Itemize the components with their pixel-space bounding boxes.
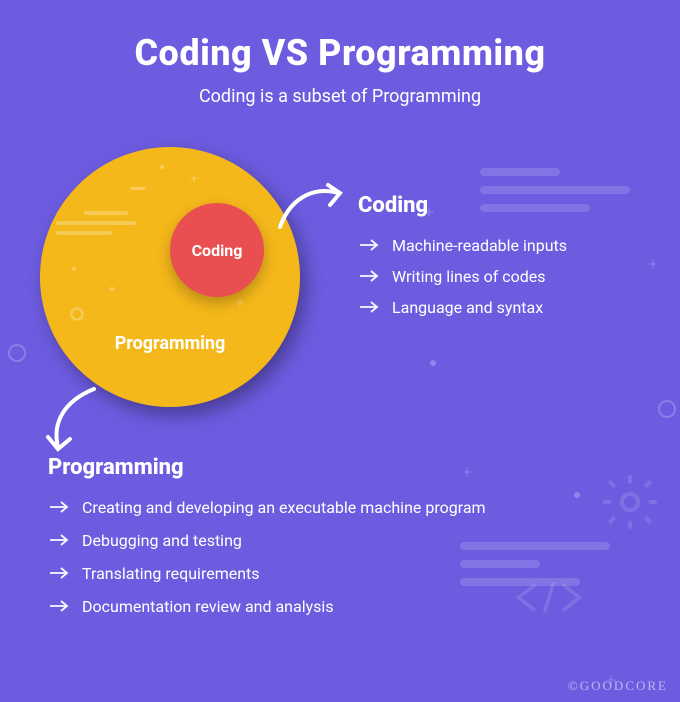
arrow-bullet-icon [48, 564, 70, 583]
list-item: Creating and developing an executable ma… [48, 498, 680, 517]
arrow-bullet-icon [358, 298, 380, 317]
coding-heading: Coding [358, 193, 567, 218]
list-item-text: Language and syntax [392, 298, 543, 317]
programming-section: Programming Creating and developing an e… [48, 455, 680, 616]
page-subtitle: Coding is a subset of Programming [0, 86, 680, 107]
arrow-bullet-icon [358, 236, 380, 255]
list-item-text: Debugging and testing [82, 531, 242, 550]
arrow-down-icon [38, 383, 110, 463]
programming-list: Creating and developing an executable ma… [48, 498, 680, 616]
header: Coding VS Programming Coding is a subset… [0, 0, 680, 107]
list-item: Documentation review and analysis [48, 597, 680, 616]
list-item-text: Writing lines of codes [392, 267, 546, 286]
list-item-text: Machine-readable inputs [392, 236, 567, 255]
programming-heading: Programming [48, 455, 680, 480]
list-item: Writing lines of codes [358, 267, 567, 286]
list-item: Translating requirements [48, 564, 680, 583]
arrow-bullet-icon [48, 498, 70, 517]
diagram-row: + + Coding Programming Coding [0, 107, 680, 407]
arrow-bullet-icon [358, 267, 380, 286]
coding-section: Coding Machine-readable inputs Writing l… [358, 193, 567, 329]
outer-circle-label: Programming [115, 333, 226, 354]
inner-circle-label: Coding [192, 241, 243, 260]
watermark: ©GOODCORE [568, 678, 668, 694]
venn-diagram: + + Coding Programming [40, 147, 300, 407]
arrow-bullet-icon [48, 531, 70, 550]
list-item: Debugging and testing [48, 531, 680, 550]
list-item-text: Documentation review and analysis [82, 597, 334, 616]
list-item-text: Translating requirements [82, 564, 260, 583]
list-item: Machine-readable inputs [358, 236, 567, 255]
list-item-text: Creating and developing an executable ma… [82, 498, 486, 517]
page-title: Coding VS Programming [0, 32, 680, 74]
list-item: Language and syntax [358, 298, 567, 317]
arrow-bullet-icon [48, 597, 70, 616]
inner-circle-coding: Coding [170, 203, 264, 297]
coding-list: Machine-readable inputs Writing lines of… [358, 236, 567, 317]
outer-circle-programming: + + [40, 147, 300, 407]
